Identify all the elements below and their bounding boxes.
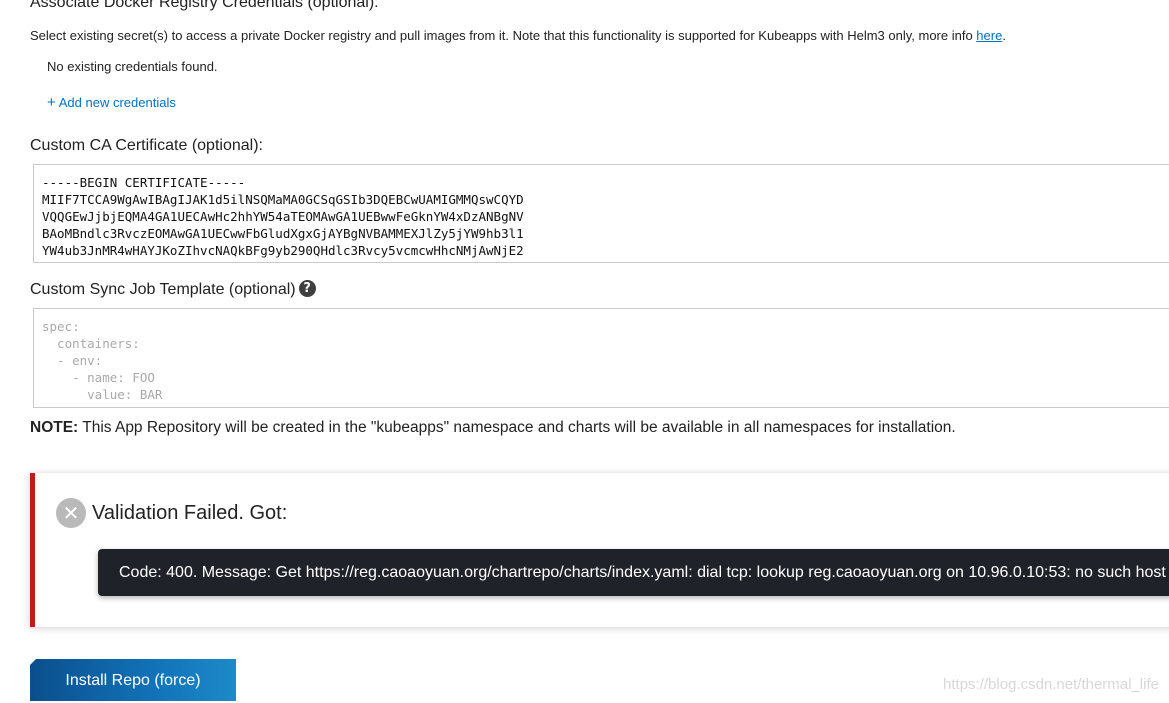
ca-certificate-label: Custom CA Certificate (optional): [30, 137, 263, 154]
no-credentials-text: No existing credentials found. [47, 59, 218, 74]
namespace-note: NOTE: This App Repository will be create… [30, 419, 956, 437]
sync-template-label-row: Custom Sync Job Template (optional)? [30, 280, 316, 299]
add-credentials-link[interactable]: + Add new credentials [47, 94, 176, 111]
docker-help-end: . [1002, 28, 1006, 43]
note-label: NOTE: [30, 419, 79, 436]
add-credentials-label: Add new credentials [58, 95, 176, 110]
docker-help-text: Select existing secret(s) to access a pr… [30, 28, 977, 43]
plus-icon: + [47, 94, 56, 111]
install-repo-force-button[interactable]: Install Repo (force) [30, 659, 236, 701]
error-message-tooltip: Code: 400. Message: Get https://reg.caoa… [98, 549, 1169, 596]
docker-help-link[interactable]: here [976, 28, 1002, 43]
docker-credentials-help: Select existing secret(s) to access a pr… [30, 28, 1006, 43]
docker-credentials-heading: Associate Docker Registry Credentials (o… [30, 0, 379, 11]
ca-certificate-textarea[interactable]: -----BEGIN CERTIFICATE----- MIIF7TCCA9Wg… [33, 164, 1169, 263]
note-text: This App Repository will be created in t… [78, 419, 956, 436]
alert-title: Validation Failed. Got: [92, 502, 288, 524]
sync-template-textarea[interactable]: spec: containers: - env: - name: FOO val… [33, 308, 1169, 408]
watermark: https://blog.csdn.net/thermal_life [943, 676, 1159, 693]
question-icon[interactable]: ? [298, 280, 316, 297]
close-circle-icon: ✕ [56, 498, 86, 528]
sync-template-label: Custom Sync Job Template (optional) [30, 281, 296, 298]
